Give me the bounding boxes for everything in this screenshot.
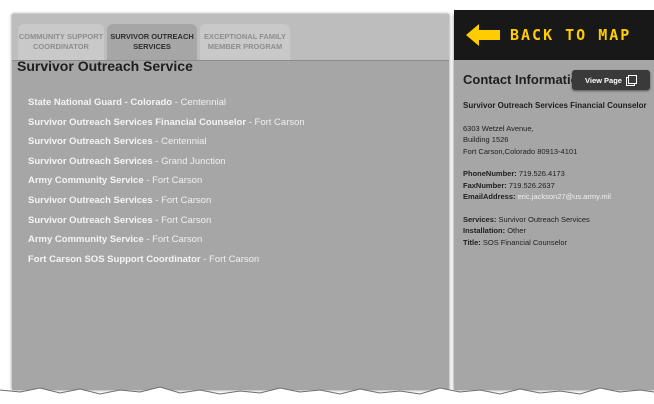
result-location: Fort Carson: [161, 194, 212, 206]
result-item[interactable]: Fort Carson SOS Support Coordinator - Fo…: [28, 250, 305, 270]
result-location: Centennial: [180, 97, 226, 108]
address-line-3: Fort Carson,Colorado 80913-4101: [463, 146, 578, 156]
fax-row: FaxNumber: 719.526.2637: [463, 180, 648, 192]
back-to-map-label: BACK TO MAP: [510, 26, 632, 44]
result-name: Survivor Outreach Services Financial Cou…: [28, 116, 247, 128]
program-tab-bar: COMMUNITY SUPPORT COORDINATOR SURVIVOR O…: [12, 14, 449, 61]
tab-label-line1: EXCEPTIONAL FAMILY: [203, 32, 287, 41]
panel-title: Survivor Outreach Service: [17, 58, 193, 74]
results-list: State National Guard - Colorado - Centen…: [28, 93, 305, 269]
result-name: State National Guard - Colorado: [28, 97, 173, 108]
result-name: Survivor Outreach Services: [28, 194, 153, 206]
result-separator: -: [155, 194, 159, 206]
result-separator: -: [146, 175, 150, 187]
tab-label-line1: SURVIVOR OUTREACH: [110, 32, 194, 41]
result-name: Survivor Outreach Services: [28, 136, 153, 148]
address-line-2: Building 1526: [463, 135, 509, 144]
address-line-1: 6303 Wetzel Avenue,: [463, 123, 534, 133]
tab-community-support-coordinator[interactable]: COMMUNITY SUPPORT COORDINATOR: [18, 24, 104, 60]
tab-exceptional-family-member-program[interactable]: EXCEPTIONAL FAMILY MEMBER PROGRAM: [200, 24, 290, 60]
result-name: Survivor Outreach Services: [28, 214, 153, 226]
fax-label: FaxNumber:: [463, 180, 507, 190]
result-item[interactable]: Survivor Outreach Services - Fort Carson: [28, 191, 305, 211]
result-location: Grand Junction: [161, 155, 226, 167]
result-name: Fort Carson SOS Support Coordinator: [28, 253, 201, 265]
email-link[interactable]: eric.jackson27@us.army.mil: [518, 192, 611, 201]
contact-details: Survivor Outreach Services Financial Cou…: [463, 100, 648, 248]
result-separator: -: [203, 253, 207, 265]
title-label: Title:: [463, 237, 481, 247]
result-separator: -: [155, 136, 159, 148]
tab-survivor-outreach-services[interactable]: SURVIVOR OUTREACH SERVICES: [107, 24, 197, 60]
view-page-button[interactable]: View Page: [572, 70, 650, 90]
result-separator: -: [248, 116, 252, 128]
external-link-icon: [625, 74, 637, 86]
title-value: SOS Financial Counselor: [482, 237, 568, 247]
services-row: Services: Survivor Outreach Services: [463, 214, 648, 226]
result-location: Fort Carson: [254, 116, 305, 128]
result-location: Fort Carson: [152, 175, 203, 187]
result-separator: -: [174, 97, 178, 108]
title-row: Title: SOS Financial Counselor: [463, 237, 648, 249]
email-row: EmailAddress: eric.jackson27@us.army.mil: [463, 191, 648, 203]
installation-label: Installation:: [463, 226, 506, 235]
result-location: Centennial: [161, 136, 207, 148]
result-item[interactable]: Survivor Outreach Services - Centennial: [28, 132, 305, 152]
services-label: Services:: [463, 214, 497, 224]
phone-label: PhoneNumber:: [463, 169, 517, 178]
result-location: Fort Carson: [209, 253, 260, 265]
fax-value: 719.526.2637: [508, 180, 555, 190]
phone-row: PhoneNumber: 719.526.4173: [463, 168, 648, 180]
contact-title: Contact Information: [463, 72, 587, 87]
torn-edge-decoration: [0, 386, 654, 404]
contact-organization: Survivor Outreach Services Financial Cou…: [463, 101, 647, 110]
back-arrow-icon: [466, 24, 500, 46]
services-value: Survivor Outreach Services: [498, 214, 590, 224]
tab-label-line2: MEMBER PROGRAM: [207, 42, 283, 51]
installation-value: Other: [507, 226, 526, 235]
result-name: Army Community Service: [28, 234, 144, 246]
installation-row: Installation: Other: [463, 225, 648, 237]
result-separator: -: [155, 214, 159, 226]
tab-label-line2: COORDINATOR: [33, 42, 89, 51]
email-label: EmailAddress:: [463, 192, 516, 201]
tab-label-line1: COMMUNITY SUPPORT: [18, 32, 104, 41]
result-location: Fort Carson: [152, 234, 203, 246]
phone-value: 719.526.4173: [518, 169, 565, 178]
result-item[interactable]: Survivor Outreach Services - Fort Carson: [28, 211, 305, 231]
result-item[interactable]: Survivor Outreach Services Financial Cou…: [28, 113, 305, 133]
result-location: Fort Carson: [161, 214, 212, 226]
result-name: Army Community Service: [28, 175, 144, 187]
result-item[interactable]: Survivor Outreach Services - Grand Junct…: [28, 152, 305, 172]
result-item[interactable]: State National Guard - Colorado - Centen…: [28, 93, 305, 113]
result-name: Survivor Outreach Services: [28, 155, 153, 167]
tab-label-line2: SERVICES: [133, 42, 171, 51]
result-separator: -: [155, 155, 159, 167]
result-separator: -: [146, 234, 150, 246]
view-page-label: View Page: [585, 75, 622, 85]
back-to-map-button[interactable]: BACK TO MAP: [454, 10, 654, 60]
result-item[interactable]: Army Community Service - Fort Carson: [28, 171, 305, 191]
result-item[interactable]: Army Community Service - Fort Carson: [28, 230, 305, 250]
